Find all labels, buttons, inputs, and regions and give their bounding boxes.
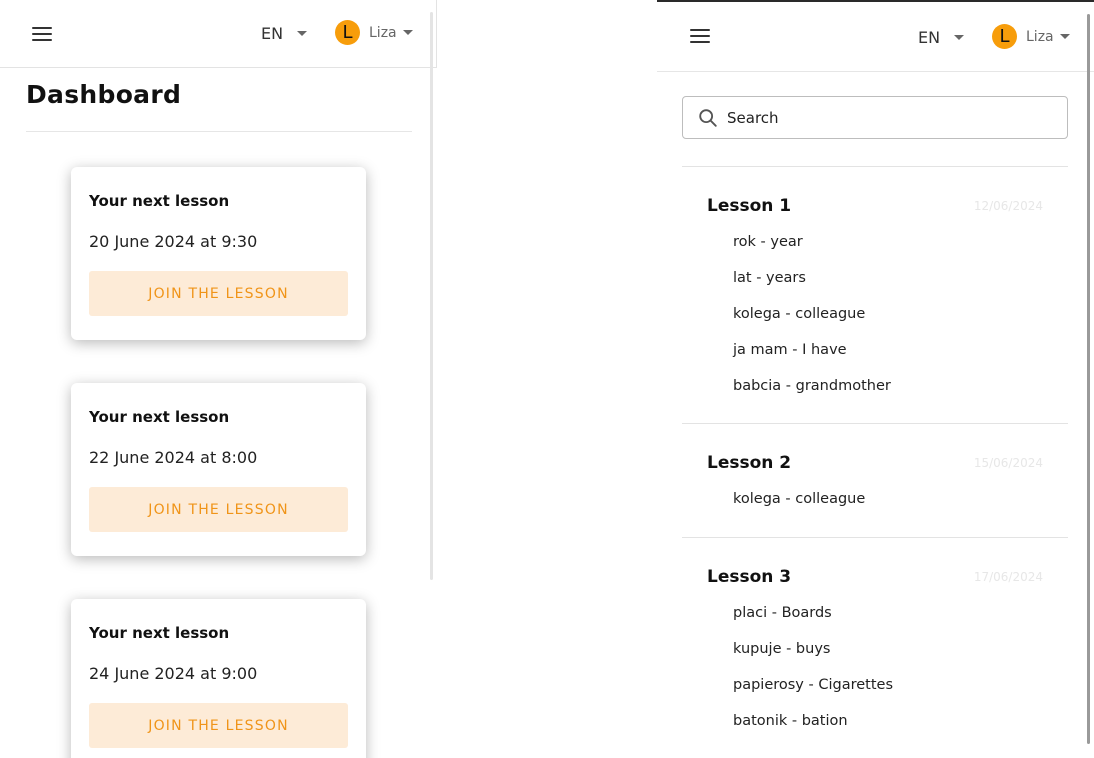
- word-list: placi - Boards kupuje - buys papierosy -…: [733, 604, 893, 748]
- next-lesson-card: Your next lesson 20 June 2024 at 9:30 JO…: [71, 167, 366, 340]
- language-selector[interactable]: EN: [261, 24, 308, 43]
- card-heading: Your next lesson: [89, 408, 230, 426]
- scrollbar[interactable]: [1087, 14, 1090, 744]
- page-title: Dashboard: [26, 80, 182, 109]
- chevron-down-icon: [402, 30, 413, 35]
- user-menu[interactable]: L Liza: [335, 20, 413, 45]
- next-lesson-card: Your next lesson 24 June 2024 at 9:00 JO…: [71, 599, 366, 758]
- search-icon: [699, 108, 717, 127]
- next-lesson-card: Your next lesson 22 June 2024 at 8:00 JO…: [71, 383, 366, 556]
- lesson-title: Lesson 3: [707, 567, 792, 587]
- top-bar: EN L Liza: [657, 2, 1094, 72]
- word-item: kupuje - buys: [733, 641, 831, 657]
- divider: [682, 166, 1068, 167]
- search-field[interactable]: [682, 96, 1068, 139]
- language-label: EN: [261, 24, 284, 43]
- menu-icon[interactable]: [690, 29, 710, 43]
- avatar: L: [992, 24, 1017, 49]
- card-heading: Your next lesson: [89, 624, 230, 642]
- word-item: kolega - colleague: [733, 306, 866, 322]
- user-menu[interactable]: L Liza: [992, 24, 1070, 49]
- divider: [26, 131, 412, 132]
- menu-icon[interactable]: [32, 27, 52, 41]
- scrollbar[interactable]: [430, 12, 433, 580]
- lesson-date: 17/06/2024: [973, 570, 1043, 584]
- lesson-title: Lesson 1: [707, 196, 792, 216]
- word-item: placi - Boards: [733, 605, 832, 621]
- vocabulary-panel: EN L Liza Lesson 1 12/06/2024 rok - year…: [657, 0, 1094, 758]
- language-label: EN: [918, 28, 941, 47]
- card-heading: Your next lesson: [89, 192, 230, 210]
- lesson-date: 15/06/2024: [973, 456, 1043, 470]
- join-lesson-button[interactable]: JOIN THE LESSON: [89, 271, 348, 316]
- word-item: rok - year: [733, 234, 803, 250]
- user-name: Liza: [369, 24, 397, 41]
- join-lesson-button[interactable]: JOIN THE LESSON: [89, 487, 348, 532]
- chevron-down-icon: [297, 31, 308, 36]
- avatar: L: [335, 20, 360, 45]
- word-item: kolega - colleague: [733, 491, 866, 507]
- divider: [682, 537, 1068, 538]
- word-item: batonik - bation: [733, 713, 848, 729]
- word-item: babcia - grandmother: [733, 378, 891, 394]
- chevron-down-icon: [1059, 34, 1070, 39]
- lesson-title: Lesson 2: [707, 453, 792, 473]
- word-item: lat - years: [733, 270, 806, 286]
- top-bar: EN L Liza: [0, 0, 437, 68]
- search-input[interactable]: [727, 108, 1047, 127]
- lesson-date: 12/06/2024: [973, 199, 1043, 213]
- join-lesson-button[interactable]: JOIN THE LESSON: [89, 703, 348, 748]
- user-name: Liza: [1026, 28, 1054, 45]
- language-selector[interactable]: EN: [918, 28, 965, 47]
- word-list: rok - year lat - years kolega - colleagu…: [733, 233, 891, 413]
- divider: [682, 423, 1068, 424]
- word-item: papierosy - Cigarettes: [733, 677, 893, 693]
- chevron-down-icon: [954, 35, 965, 40]
- lesson-datetime: 22 June 2024 at 8:00: [89, 448, 258, 467]
- lesson-datetime: 20 June 2024 at 9:30: [89, 232, 258, 251]
- dashboard-panel: EN L Liza Dashboard Your next lesson 20 …: [0, 0, 437, 758]
- word-list: kolega - colleague: [733, 490, 865, 526]
- word-item: ja mam - I have: [733, 342, 847, 358]
- lesson-datetime: 24 June 2024 at 9:00: [89, 664, 258, 683]
